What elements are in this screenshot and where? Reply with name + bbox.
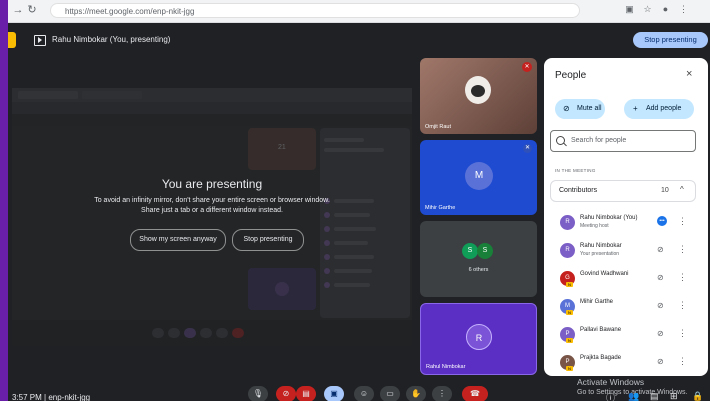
back-icon[interactable]: → [12, 4, 24, 16]
infinity-mirror-overlay [12, 88, 412, 346]
present-now-icon[interactable]: ▣ [324, 386, 344, 401]
captions-icon[interactable]: ▭ [380, 386, 400, 401]
participant-role: Meeting host [580, 223, 609, 229]
participant-row[interactable]: P N Prajkta Bagade ⊘ ⋮ [544, 350, 708, 376]
star-icon[interactable]: ☆ [642, 4, 653, 15]
menu-icon[interactable]: ⋮ [678, 4, 689, 15]
raise-hand-icon[interactable]: ✋ [406, 386, 426, 401]
participant-name: Mihir Garthe [580, 299, 614, 305]
stop-presenting-button[interactable]: Stop presenting [633, 32, 708, 48]
panel-title: People [555, 70, 587, 81]
others-label: 6 others [468, 267, 489, 273]
profile-icon[interactable]: ● [660, 4, 671, 15]
browser-toolbar: → ↻ https://meet.google.com/enp-nkit-jgg… [8, 0, 710, 23]
participant-name: Mihir Garthe [425, 205, 456, 211]
meeting-time-code: 3:57 PM | enp-nkit-jgg [12, 393, 91, 401]
more-options-icon[interactable]: ⋮ [678, 328, 687, 339]
avatar: S [477, 243, 493, 259]
search-icon [556, 136, 565, 145]
status-badge: N [566, 366, 573, 371]
avatar: R [466, 324, 492, 350]
participant-name: Rahu Nimbokar (You) [580, 215, 638, 221]
participant-name: Rahu Nimbokar [580, 243, 622, 249]
add-person-icon: + [633, 104, 638, 113]
group-count: 10 [661, 187, 669, 194]
activities-icon[interactable]: ⊞ [670, 391, 678, 401]
extension-icon[interactable]: ▣ [624, 4, 635, 15]
status-badge: N [566, 338, 573, 343]
lock-icon[interactable]: 🔒 [692, 391, 703, 401]
participant-name: Pallavi Bawane [580, 327, 622, 333]
participant-role: Your presentation [580, 251, 620, 257]
mirror-warning-line2: Share just a tab or a different window i… [141, 207, 283, 214]
avatar: R [560, 243, 575, 258]
mic-icon[interactable]: 🎙 [248, 386, 268, 401]
participant-row[interactable]: M N Mihir Garthe ⊘ ⋮ [544, 294, 708, 322]
people-panel: People × ⊘ Mute all + Add people Search … [544, 58, 708, 376]
close-icon[interactable]: × [686, 68, 692, 80]
participant-row[interactable]: G N Govind Wadhwani ⊘ ⋮ [544, 266, 708, 294]
mic-muted-icon: ✕ [522, 62, 532, 72]
self-avatar-chip [8, 32, 16, 48]
presenter-title: Rahu Nimbokar (You, presenting) [52, 35, 171, 44]
status-badge: N [566, 310, 573, 315]
mic-off-icon: ⊘ [563, 104, 570, 113]
mic-off-icon[interactable]: ⊘ [657, 273, 664, 282]
section-label: IN THE MEETING [555, 168, 596, 173]
stop-presenting-overlay-button[interactable]: Stop presenting [232, 229, 304, 251]
participant-name: Rahul Nimbokar [426, 364, 466, 370]
leave-call-icon[interactable]: ☎ [462, 386, 488, 401]
chevron-up-icon[interactable]: ^ [680, 185, 684, 194]
people-icon[interactable]: 👥 [628, 391, 639, 401]
emoji-icon[interactable]: ☺ [354, 386, 374, 401]
presentation-stage: 21 You are presenting To avoid an infini… [12, 88, 412, 346]
avatar: R [560, 215, 575, 230]
mic-muted-icon: ✕ [523, 144, 532, 153]
mic-off-icon[interactable]: ⊘ [657, 329, 664, 338]
search-placeholder: Search for people [571, 137, 627, 144]
more-options-icon[interactable]: ⋮ [678, 356, 687, 367]
participant-row[interactable]: R Rahu Nimbokar Your presentation ⊘ ⋮ [544, 238, 708, 266]
group-label: Contributors [559, 187, 598, 194]
others-tile[interactable]: S S 6 others [420, 221, 537, 297]
show-screen-anyway-button[interactable]: Show my screen anyway [130, 229, 226, 251]
avatar: M [465, 162, 493, 190]
participant-row[interactable]: P N Pallavi Bawane ⊘ ⋮ [544, 322, 708, 350]
more-options-icon[interactable]: ⋮ [678, 216, 687, 227]
camera-off-icon[interactable]: ⊘ [276, 386, 296, 401]
participant-row[interactable]: R Rahu Nimbokar (You) Meeting host ••• ⋮ [544, 210, 708, 238]
speaking-icon: ••• [657, 216, 667, 226]
present-screen-icon [34, 35, 46, 46]
participant-tile[interactable]: ✕ Omjit Raut [420, 58, 537, 134]
more-options-icon[interactable]: ⋮ [678, 272, 687, 283]
activate-windows-watermark: Activate Windows [577, 377, 645, 387]
participant-name: Prajkta Bagade [580, 355, 622, 361]
participant-name: Omjit Raut [425, 124, 451, 130]
mirror-warning-line1: To avoid an infinity mirror, don't share… [94, 197, 330, 204]
self-tile[interactable]: R Rahul Nimbokar [420, 303, 537, 375]
participant-tile[interactable]: M ✕ Mihir Garthe [420, 140, 537, 215]
status-badge: N [566, 282, 573, 287]
presenting-heading: You are presenting [161, 177, 263, 191]
more-options-icon[interactable]: ⋮ [678, 300, 687, 311]
add-people-button[interactable]: + Add people [624, 99, 694, 119]
mic-off-icon[interactable]: ⊘ [657, 301, 664, 310]
participant-video [465, 76, 491, 104]
more-options-icon[interactable]: ⋮ [678, 244, 687, 255]
captions-off-icon[interactable]: ▤ [296, 386, 316, 401]
reload-icon[interactable]: ↻ [26, 4, 38, 16]
more-options-icon[interactable]: ⋮ [432, 386, 452, 401]
meet-window: → ↻ https://meet.google.com/enp-nkit-jgg… [8, 0, 710, 401]
address-bar[interactable]: https://meet.google.com/enp-nkit-jgg [50, 3, 580, 18]
mute-all-button[interactable]: ⊘ Mute all [555, 99, 605, 119]
avatar: S [462, 243, 478, 259]
mic-off-icon[interactable]: ⊘ [657, 357, 664, 366]
info-icon[interactable]: ⓘ [606, 391, 615, 401]
participant-name: Govind Wadhwani [580, 271, 629, 277]
mic-off-icon[interactable]: ⊘ [657, 245, 664, 254]
chat-icon[interactable]: ▤ [650, 391, 659, 401]
